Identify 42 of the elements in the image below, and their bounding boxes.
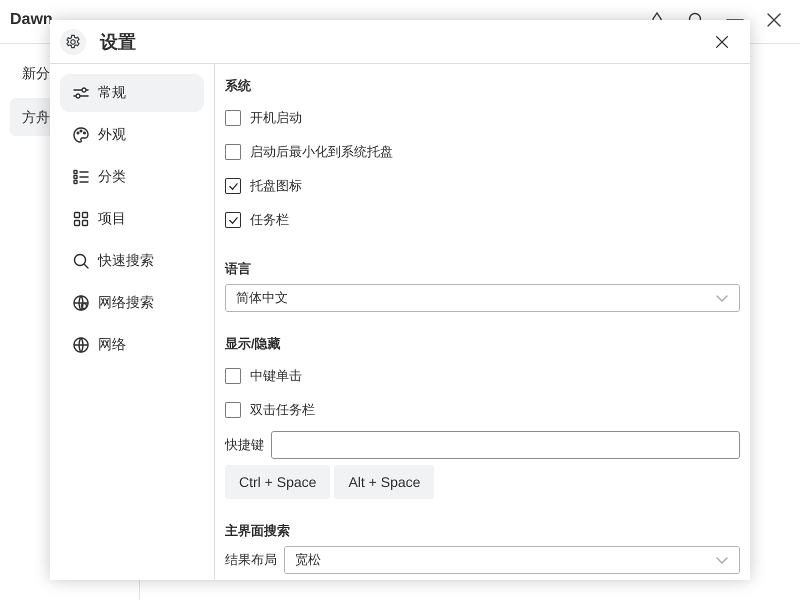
check-icon	[228, 214, 238, 226]
checkbox[interactable]	[225, 144, 241, 160]
section-heading: 显示/隐藏	[225, 335, 282, 353]
input-field[interactable]	[271, 431, 740, 459]
shortcut-button[interactable]: Ctrl + Space	[225, 465, 330, 499]
nav-item[interactable]: 网络	[60, 326, 204, 364]
checkbox[interactable]	[225, 402, 241, 418]
window-title: Dawn	[9, 11, 53, 29]
field-label: 快捷键	[225, 436, 264, 454]
checkbox[interactable]	[225, 110, 241, 126]
section-heading: 系统	[225, 77, 252, 95]
nav-item[interactable]: 分类	[60, 158, 204, 196]
checkbox[interactable]	[225, 368, 241, 384]
globe-icon	[72, 336, 90, 354]
dropdown[interactable]: 简体中文	[225, 284, 740, 312]
checkbox-label: 启动后最小化到系统托盘	[250, 143, 393, 161]
section-heading: 语言	[225, 260, 252, 278]
globe-search-icon	[72, 294, 90, 312]
grid-icon	[72, 210, 90, 228]
checkbox-label: 任务栏	[250, 211, 289, 229]
checkbox-label: 开机启动	[250, 109, 302, 127]
checkbox[interactable]	[225, 178, 241, 194]
dialog-title: 设置	[100, 30, 137, 54]
checkbox-label: 托盘图标	[250, 177, 302, 195]
nav-item[interactable]: 项目	[60, 200, 204, 238]
list-icon	[72, 168, 90, 186]
palette-icon	[72, 126, 90, 144]
checkbox[interactable]	[225, 212, 241, 228]
settings-icon	[60, 28, 86, 54]
search-icon	[72, 252, 90, 270]
field-label: 结果布局	[225, 551, 277, 569]
section-heading: 主界面搜索	[225, 522, 291, 540]
checkbox-label: 双击任务栏	[250, 401, 315, 419]
checkbox-label: 中键单击	[250, 367, 302, 385]
shortcut-button[interactable]: Alt + Space	[334, 465, 434, 499]
close-icon[interactable]	[765, 11, 783, 29]
nav-item[interactable]: 外观	[60, 116, 204, 154]
nav-item[interactable]: 网络搜索	[60, 284, 204, 322]
nav-item[interactable]: 常规	[60, 74, 204, 112]
check-icon	[228, 180, 238, 192]
nav-item[interactable]: 快速搜索	[60, 242, 204, 280]
dropdown[interactable]: 宽松	[284, 546, 740, 574]
